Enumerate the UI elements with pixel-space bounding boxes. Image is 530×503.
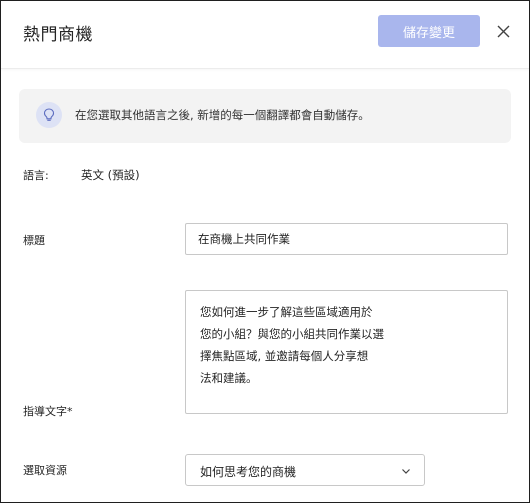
resource-label: 選取資源 (23, 464, 67, 477)
info-banner: 在您選取其他語言之後, 新增的每一個翻譯都會自動儲存。 (19, 89, 511, 143)
guidance-line: 您的小組？與您的小組共同作業以選 (200, 327, 384, 341)
guidance-line: 法和建議。 (200, 371, 258, 385)
close-icon[interactable] (493, 21, 513, 41)
dialog-title: 熱門商機 (23, 25, 93, 45)
resource-selected-value: 如何思考您的商機 (200, 465, 297, 479)
title-input[interactable]: 在商機上共同作業 (185, 223, 508, 255)
title-label: 標題 (23, 234, 45, 247)
guidance-label: 指導文字* (23, 405, 73, 418)
translation-dialog: 熱門商機 儲存變更 在您選取其他語言之後, 新增的每一個翻譯都會自動儲存。 語言… (0, 0, 530, 503)
guidance-line: 您如何進一步了解這些區域適用於 (200, 305, 373, 319)
guidance-line: 擇焦點區域, 並邀請每個人分享想 (200, 349, 369, 363)
resource-dropdown[interactable]: 如何思考您的商機 (185, 454, 425, 486)
save-changes-button[interactable]: 儲存變更 (378, 15, 480, 47)
language-label: 語言: (23, 169, 49, 182)
lightbulb-icon (36, 102, 62, 128)
language-value: 英文 (預設) (81, 168, 140, 182)
chevron-down-icon (402, 469, 410, 474)
dialog-header: 熱門商機 儲存變更 (1, 1, 529, 69)
info-text: 在您選取其他語言之後, 新增的每一個翻譯都會自動儲存。 (75, 108, 370, 122)
guidance-textarea[interactable]: 您如何進一步了解這些區域適用於 您的小組？與您的小組共同作業以選 擇焦點區域, … (185, 290, 508, 414)
